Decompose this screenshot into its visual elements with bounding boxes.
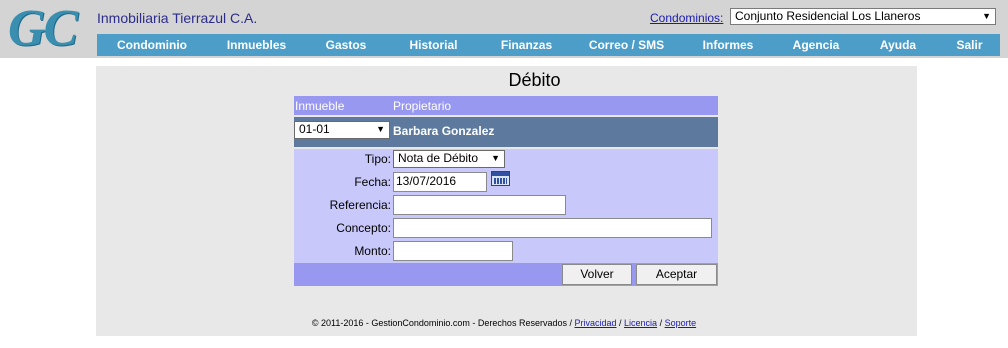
nav-gastos[interactable]: Gastos <box>306 34 386 56</box>
nav-finanzas[interactable]: Finanzas <box>481 34 572 56</box>
top-header: GC Inmobiliaria Tierrazul C.A. Condomini… <box>0 0 1008 58</box>
nav-historial[interactable]: Historial <box>386 34 481 56</box>
concepto-input[interactable] <box>393 218 712 238</box>
debit-form: Tipo: Nota de Débito ▼ Fecha: 13/07/2016… <box>294 149 718 263</box>
nav-agencia[interactable]: Agencia <box>775 34 857 56</box>
tipo-select[interactable]: Nota de Débito ▼ <box>393 150 505 168</box>
tipo-select-value: Nota de Débito <box>398 151 479 165</box>
nav-salir[interactable]: Salir <box>939 34 1000 56</box>
nav-ayuda[interactable]: Ayuda <box>857 34 939 56</box>
nav-informes[interactable]: Informes <box>681 34 775 56</box>
monto-label: Monto: <box>354 244 391 258</box>
monto-input[interactable] <box>393 241 513 261</box>
calendar-icon[interactable] <box>491 171 510 186</box>
col-inmueble-header: Inmueble <box>295 99 345 113</box>
privacidad-link[interactable]: Privacidad <box>574 318 616 328</box>
fecha-input[interactable]: 13/07/2016 <box>393 172 487 192</box>
referencia-label: Referencia: <box>329 198 391 212</box>
concepto-label: Concepto: <box>336 221 391 235</box>
chevron-down-icon: ▼ <box>982 11 991 21</box>
aceptar-button[interactable]: Aceptar <box>636 264 717 285</box>
condominios-link[interactable]: Condominios: <box>650 11 723 25</box>
licencia-link[interactable]: Licencia <box>624 318 657 328</box>
footer: © 2011-2016 - GestionCondominio.com - De… <box>311 318 697 328</box>
condominium-select[interactable]: Conjunto Residencial Los Llaneros ▼ <box>730 8 996 25</box>
app-logo: GC <box>8 0 78 57</box>
owner-table-header: Inmueble Propietario <box>294 96 718 115</box>
company-name: Inmobiliaria Tierrazul C.A. <box>97 10 258 26</box>
nav-inmuebles[interactable]: Inmuebles <box>207 34 306 56</box>
owner-row: 01-01 ▼ Barbara Gonzalez <box>294 117 718 147</box>
chevron-down-icon: ▼ <box>376 124 385 134</box>
inmueble-select[interactable]: 01-01 ▼ <box>294 121 390 139</box>
volver-button[interactable]: Volver <box>562 264 632 285</box>
col-propietario-header: Propietario <box>393 99 452 113</box>
main-nav: Condominio Inmuebles Gastos Historial Fi… <box>97 34 1000 56</box>
condominium-select-value: Conjunto Residencial Los Llaneros <box>735 9 921 23</box>
nav-condominio[interactable]: Condominio <box>97 34 207 56</box>
inmueble-select-value: 01-01 <box>299 122 330 136</box>
nav-correo-sms[interactable]: Correo / SMS <box>572 34 681 56</box>
referencia-input[interactable] <box>393 195 566 215</box>
soporte-link[interactable]: Soporte <box>665 318 697 328</box>
button-bar: Volver Aceptar <box>294 263 718 286</box>
page-title: Débito <box>508 70 561 90</box>
footer-copyright: © 2011-2016 - GestionCondominio.com - De… <box>311 318 572 328</box>
owner-name: Barbara Gonzalez <box>393 124 495 138</box>
tipo-label: Tipo: <box>364 152 391 166</box>
fecha-label: Fecha: <box>354 175 391 189</box>
chevron-down-icon: ▼ <box>491 153 500 163</box>
